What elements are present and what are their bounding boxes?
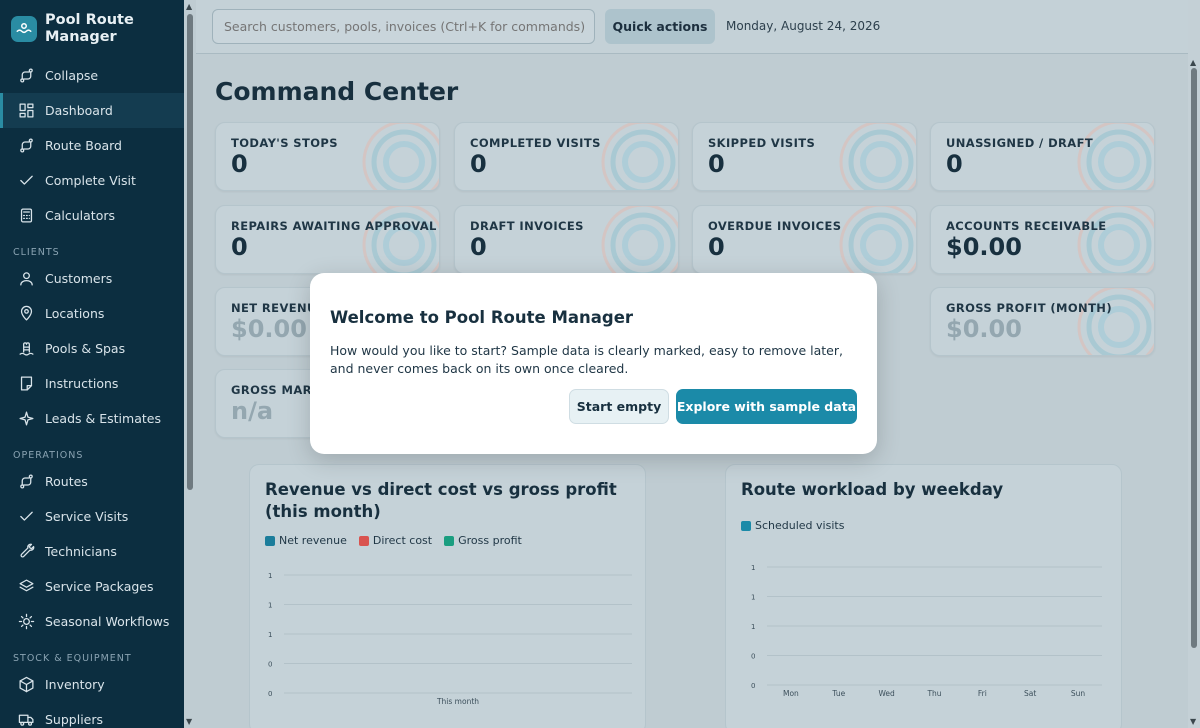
explore-sample-data-button[interactable]: Explore with sample data: [676, 389, 857, 424]
welcome-dialog: Welcome to Pool Route Manager How would …: [310, 273, 877, 454]
start-empty-button[interactable]: Start empty: [569, 389, 669, 424]
dialog-title: Welcome to Pool Route Manager: [330, 308, 634, 327]
dialog-body: How would you like to start? Sample data…: [330, 343, 843, 376]
